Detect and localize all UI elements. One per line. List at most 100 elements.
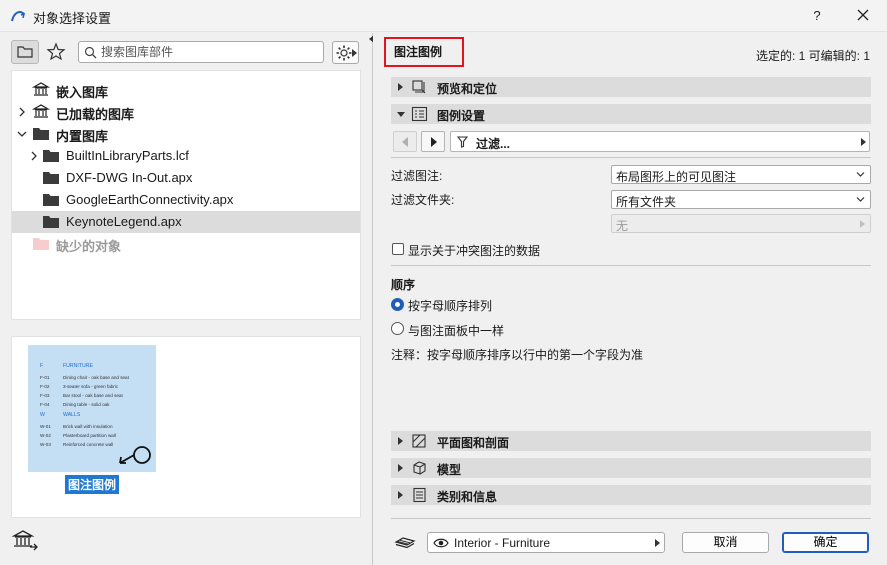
- legend-text: Dining table - solid oak: [63, 402, 110, 407]
- chevron-left-icon: [402, 137, 408, 147]
- cancel-button[interactable]: 取消: [682, 532, 769, 553]
- ok-button[interactable]: 确定: [782, 532, 869, 553]
- legend-text: FURNITURE: [63, 363, 94, 369]
- tree-item-builtin-lcf[interactable]: BuiltInLibraryParts.lcf: [12, 145, 360, 167]
- legend-text: Bar stool - oak base and seat: [63, 393, 123, 398]
- folder-icon: [17, 46, 33, 58]
- folder-view-button[interactable]: [11, 40, 39, 64]
- tree-item-label: 嵌入图库: [56, 85, 109, 100]
- folder-icon: [43, 216, 59, 228]
- legend-text: Brick wall with insulation: [63, 424, 113, 429]
- library-manager-icon[interactable]: [11, 528, 39, 554]
- tree-item-google-earth[interactable]: GoogleEarthConnectivity.apx: [12, 189, 360, 211]
- search-icon: [84, 46, 97, 59]
- section-label: 图例设置: [437, 109, 486, 123]
- filter-notes-select[interactable]: 布局图形上的可见图注: [611, 165, 871, 184]
- legend-code: F: [40, 363, 43, 369]
- layer-value: Interior - Furniture: [454, 536, 551, 550]
- filter-dropdown[interactable]: 过滤...: [450, 131, 870, 152]
- filter-icon: [457, 136, 468, 148]
- title-bar: 对象选择设置 ?: [0, 0, 887, 32]
- chevron-right-icon[interactable]: [16, 106, 28, 118]
- tree-item-dxf-dwg[interactable]: DXF-DWG In-Out.apx: [12, 167, 360, 189]
- folder-icon: [43, 150, 59, 162]
- thumbnail-caption: 图注图例: [65, 475, 120, 494]
- folder-icon: [33, 238, 49, 250]
- chevron-down-icon[interactable]: [16, 128, 28, 140]
- legend-code: F-03: [40, 393, 50, 398]
- chevron-right-icon: [431, 137, 437, 147]
- help-button[interactable]: ?: [806, 6, 828, 26]
- library-tree[interactable]: 嵌入图库 已加载的图库 内置图库 BuiltInLibraryParts.lcf…: [11, 70, 361, 320]
- section-plan-section[interactable]: 平面图和剖面: [391, 431, 871, 451]
- legend-text: Plasterboard partition wall: [63, 433, 116, 438]
- chevron-right-icon[interactable]: [28, 150, 40, 162]
- tree-item-label: 已加载的图库: [56, 107, 135, 122]
- tree-item-keynote-legend[interactable]: KeynoteLegend.apx: [12, 211, 360, 233]
- folder-icon: [33, 128, 49, 140]
- close-icon[interactable]: [852, 6, 874, 26]
- window-title: 对象选择设置: [33, 11, 112, 26]
- object-title: 图注图例: [384, 37, 464, 67]
- preview-position-icon: [412, 80, 426, 94]
- tree-item-label: KeynoteLegend.apx: [66, 214, 182, 229]
- section-legend-settings[interactable]: 图例设置: [391, 104, 871, 124]
- settings-menu-button[interactable]: [332, 41, 359, 64]
- legend-code: F-02: [40, 384, 50, 389]
- legend-code: W-02: [40, 433, 51, 438]
- legend-settings-icon: [411, 106, 428, 122]
- legend-preview-image: F FURNITURE F-01 Dining chair - oak base an…: [40, 363, 151, 464]
- folder-icon: [43, 194, 59, 206]
- chevron-right-icon: [352, 49, 357, 57]
- select-value: 所有文件夹: [616, 195, 677, 209]
- separator: [391, 157, 871, 158]
- previous-button[interactable]: [393, 131, 417, 152]
- chevron-down-icon: [397, 112, 405, 117]
- chevron-right-icon: [655, 539, 660, 547]
- show-conflict-checkbox[interactable]: [392, 243, 404, 255]
- preview-thumbnail[interactable]: F FURNITURE F-01 Dining chair - oak base an…: [28, 345, 156, 472]
- keynote-marker-icon: [133, 446, 151, 464]
- tree-item-loaded-libraries[interactable]: 已加载的图库: [12, 101, 360, 123]
- legend-code: F-01: [40, 375, 50, 380]
- search-field[interactable]: [78, 41, 324, 63]
- section-preview-position[interactable]: 预览和定位: [391, 77, 871, 97]
- tree-item-builtin-library[interactable]: 内置图库: [12, 123, 360, 145]
- chevron-right-icon: [860, 220, 865, 228]
- select-value: 布局图形上的可见图注: [616, 170, 737, 184]
- layer-select[interactable]: Interior - Furniture: [427, 532, 665, 553]
- favorites-button[interactable]: [42, 40, 70, 64]
- tree-item-label: 缺少的对象: [56, 239, 122, 254]
- show-conflict-label: 显示关于冲突图注的数据: [408, 244, 541, 258]
- plan-section-icon: [412, 434, 426, 448]
- separator: [391, 518, 871, 519]
- section-label: 平面图和剖面: [437, 436, 510, 450]
- chevron-right-icon: [398, 464, 403, 472]
- legend-text: Reinforced concrete wall: [63, 442, 113, 447]
- order-alpha-radio[interactable]: [391, 298, 404, 311]
- legend-text: 3-seater sofa - green fabric: [63, 384, 119, 389]
- legend-code: W: [40, 412, 45, 418]
- separator: [391, 265, 871, 266]
- folder-icon: [43, 172, 59, 184]
- section-label: 预览和定位: [437, 82, 498, 96]
- chevron-right-icon: [398, 437, 403, 445]
- order-panel-radio[interactable]: [391, 322, 404, 335]
- section-model[interactable]: 模型: [391, 458, 871, 478]
- search-input[interactable]: [101, 44, 319, 60]
- order-note: 注释：按字母顺序排序以行中的第一个字段为准: [391, 348, 644, 362]
- legend-code: W-03: [40, 442, 51, 447]
- filter-label: 过滤...: [476, 137, 511, 151]
- chevron-right-icon: [398, 83, 403, 91]
- subfolder-select: 无: [611, 214, 871, 233]
- order-heading: 顺序: [391, 278, 416, 292]
- section-category-info[interactable]: 类别和信息: [391, 485, 871, 505]
- archicad-icon: [11, 11, 26, 22]
- tree-item-embedded-library[interactable]: 嵌入图库: [12, 79, 360, 101]
- next-button[interactable]: [421, 131, 445, 152]
- tree-item-missing-objects[interactable]: 缺少的对象: [12, 233, 360, 255]
- star-icon: [46, 42, 66, 61]
- chevron-down-icon: [856, 197, 865, 202]
- legend-text: WALLS: [63, 412, 81, 418]
- filter-folder-select[interactable]: 所有文件夹: [611, 190, 871, 209]
